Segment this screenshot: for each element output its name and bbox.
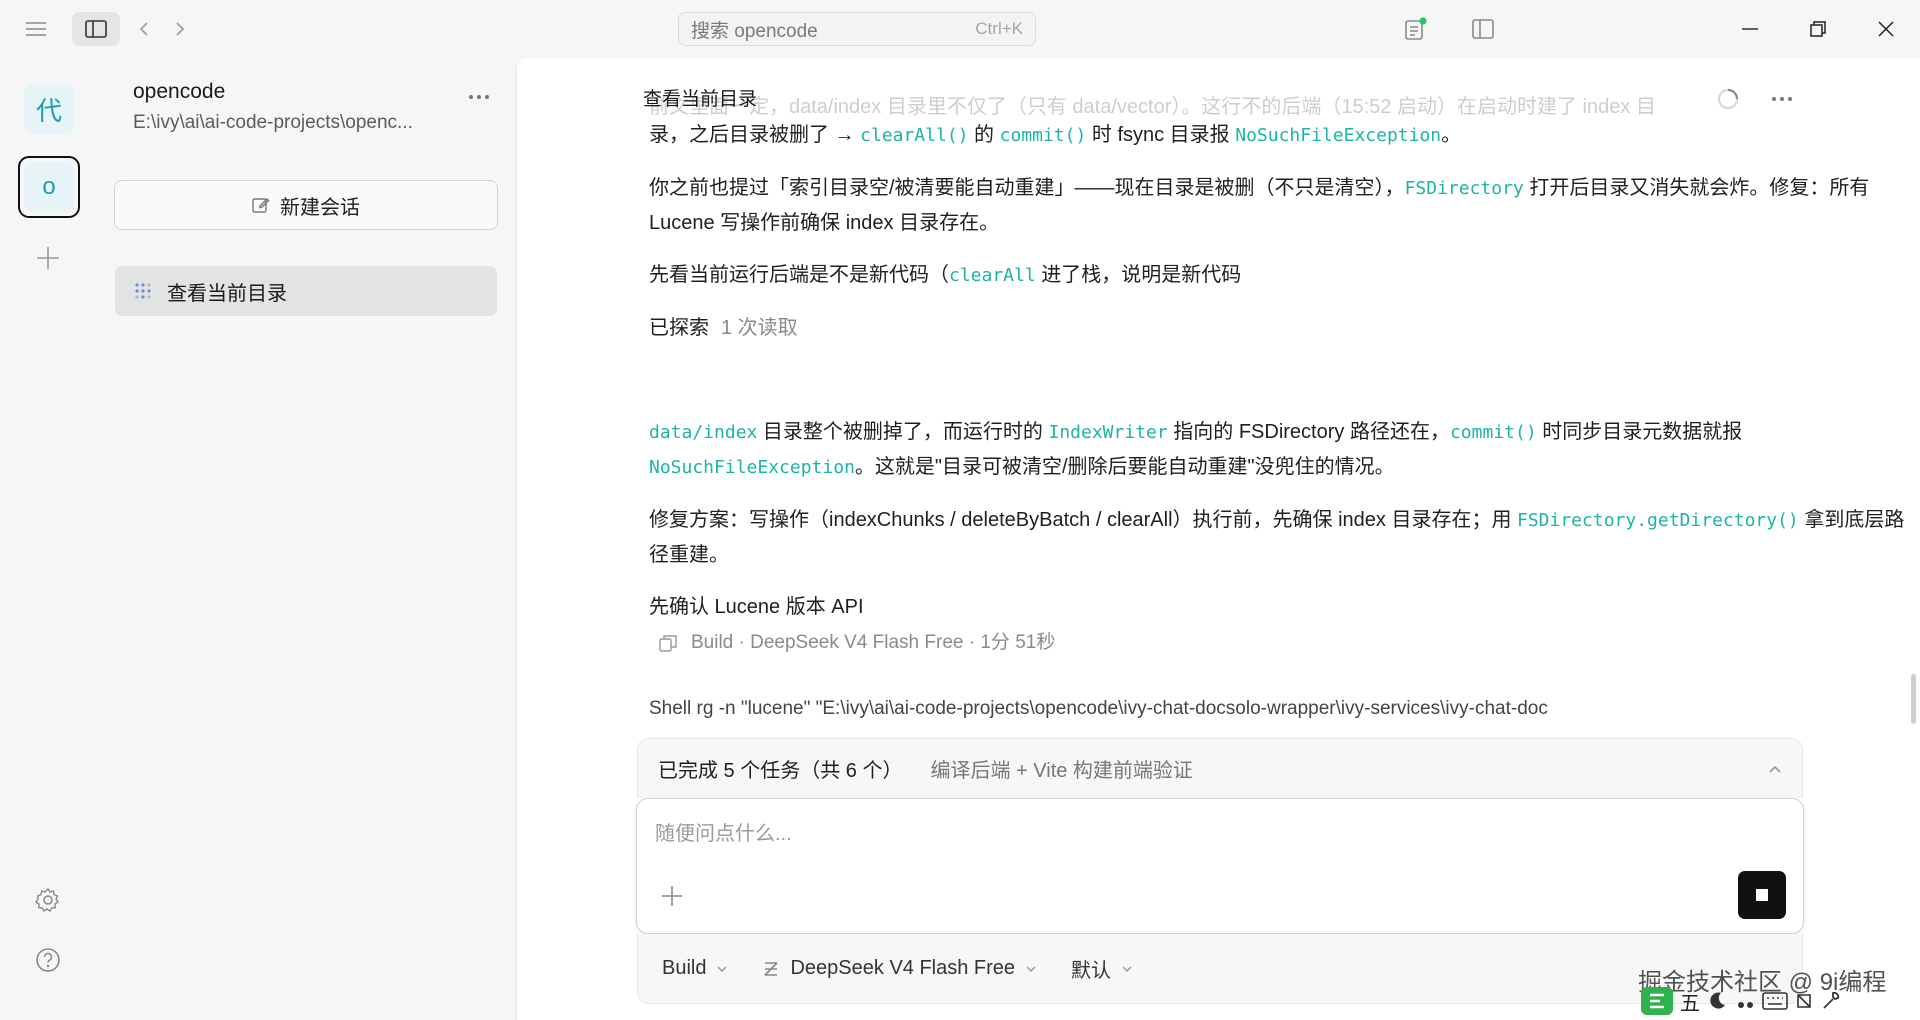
inline-code: FSDirectory <box>1404 178 1524 199</box>
search-shortcut: Ctrl+K <box>975 19 1023 38</box>
punctuation-icon <box>1738 1002 1753 1008</box>
stop-icon <box>1756 889 1768 901</box>
model-provider-icon <box>764 961 779 976</box>
session-more-icon[interactable] <box>1765 84 1799 114</box>
inline-code: IndexWriter <box>1048 422 1168 443</box>
message-content: 前文里面一定，data/index 目录里不仅了（只有 data/vector）… <box>649 96 1907 726</box>
settings-gear-icon[interactable] <box>32 884 64 916</box>
message-paragraph: 你之前也提过「索引目录空/被清要能自动重建」——现在目录是被删（不只是清空），F… <box>649 171 1907 240</box>
back-icon[interactable] <box>132 14 156 44</box>
project-more-icon[interactable] <box>462 82 496 112</box>
chevron-up-icon[interactable] <box>1768 765 1782 773</box>
inline-code: data/index <box>649 422 758 443</box>
text: 的 <box>968 124 1000 146</box>
toggle-sidebar-button[interactable] <box>72 12 120 46</box>
menu-icon[interactable] <box>20 14 52 44</box>
moon-icon <box>1710 992 1725 1009</box>
text: 先看当前运行后端是不是新代码（ <box>649 264 949 286</box>
session-sidebar: opencode E:\ivy\ai\ai-code-projects\open… <box>96 58 516 1020</box>
workspace-avatar-label: o <box>42 173 56 200</box>
todo-current: 编译后端 + Vite 构建前端验证 <box>930 760 1193 782</box>
search-placeholder: 搜索 opencode <box>691 20 818 42</box>
prompt-composer <box>636 798 1804 934</box>
restore-icon[interactable] <box>1800 12 1836 46</box>
text: 指向的 FSDirectory 路径还在， <box>1167 421 1450 443</box>
ime-mode-label: 五 <box>1680 992 1700 1015</box>
text: 时同步目录元数据就报 <box>1536 421 1743 443</box>
chevron-down-icon <box>1122 965 1132 972</box>
inline-code: commit() <box>999 125 1087 146</box>
workspace-avatar-active[interactable]: 代 <box>24 84 74 134</box>
review-icon[interactable] <box>1398 12 1432 46</box>
scrollbar-thumb[interactable] <box>1911 674 1916 724</box>
title-bar: 搜索 opencode Ctrl+K <box>0 0 1920 58</box>
message-paragraph: data/index 目录整个被删掉了，而运行时的 IndexWriter 指向… <box>649 415 1907 485</box>
variant-select[interactable]: 默认 <box>1071 954 1133 983</box>
inline-code: clearAll <box>949 265 1036 286</box>
workspace-avatar-opencode[interactable]: o <box>24 162 74 212</box>
close-icon[interactable] <box>1868 12 1904 46</box>
variant-select-value: 默认 <box>1071 960 1112 982</box>
todo-summary-bar[interactable]: 已完成 5 个任务（共 6 个） 编译后端 + Vite 构建前端验证 <box>637 738 1803 798</box>
inline-code: FSDirectory.getDirectory() <box>1517 510 1799 531</box>
text: 目录整个被删掉了，而运行时的 <box>757 421 1049 443</box>
todo-summary: 已完成 5 个任务（共 6 个） <box>658 760 903 782</box>
text: 录，之后目录被删了 → <box>649 124 861 146</box>
ime-logo-icon <box>1641 987 1673 1015</box>
text: 你之前也提过「索引目录空/被清要能自动重建」——现在目录是被删（不只是清空）， <box>649 177 1405 199</box>
explored-label: 已探索 <box>649 317 709 339</box>
session-item[interactable]: 查看当前目录 <box>115 266 497 316</box>
ime-toolbar[interactable]: 五 <box>1640 984 1916 1018</box>
model-select-value: DeepSeek V4 Flash Free <box>790 957 1016 979</box>
keyboard-icon <box>1762 992 1788 1010</box>
scrolled-text: 前文里面一定，data/index 目录里不仅了（只有 data/vector）… <box>649 96 1656 118</box>
session-item-label: 查看当前目录 <box>167 282 287 305</box>
model-select[interactable]: DeepSeek V4 Flash Free <box>762 957 1037 980</box>
message-paragraph: 先确认 Lucene 版本 API <box>649 596 864 618</box>
meta-text: Build · DeepSeek V4 Flash Free · 1分 51秒 <box>691 632 1056 653</box>
conversation-panel: 查看当前目录 前文里面一定，data/index 目录里不仅了（只有 data/… <box>516 58 1920 1020</box>
text: 。 <box>1441 124 1462 146</box>
search-input[interactable]: 搜索 opencode Ctrl+K <box>678 12 1036 46</box>
inline-code: commit() <box>1449 422 1537 443</box>
project-name: opencode <box>133 80 226 103</box>
edit-icon <box>252 198 270 213</box>
text: 时 fsync 目录报 <box>1086 124 1236 146</box>
composer-options-bar: Build DeepSeek V4 Flash Free 默认 <box>637 934 1803 1004</box>
message-paragraph: 修复方案：写操作（indexChunks / deleteByBatch / c… <box>649 503 1907 572</box>
new-session-label: 新建会话 <box>280 196 360 219</box>
copy-icon[interactable] <box>659 634 677 652</box>
add-workspace-icon[interactable] <box>32 242 64 274</box>
tools-icon <box>1823 991 1840 1009</box>
prompt-input[interactable] <box>653 815 1777 859</box>
inline-code: clearAll() <box>860 125 969 146</box>
inline-code: NoSuchFileException <box>649 457 855 478</box>
agent-select-value: Build <box>662 957 707 979</box>
skin-icon <box>1797 994 1811 1008</box>
project-path: E:\ivy\ai\ai-code-projects\openc... <box>133 112 413 133</box>
attach-plus-icon[interactable] <box>657 881 687 911</box>
text: 修复方案：写操作（indexChunks / deleteByBatch / c… <box>649 509 1517 531</box>
toggle-panel-icon[interactable] <box>1466 12 1500 46</box>
chevron-down-icon <box>717 965 728 972</box>
stop-button[interactable] <box>1738 871 1786 919</box>
forward-icon[interactable] <box>168 14 192 44</box>
help-icon[interactable] <box>32 944 64 976</box>
loading-dots-icon <box>135 283 151 299</box>
workspace-avatar-label: 代 <box>35 95 62 126</box>
minimize-icon[interactable] <box>1732 12 1768 46</box>
message-meta: Build · DeepSeek V4 Flash Free · 1分 51秒 <box>659 626 1907 660</box>
inline-code: NoSuchFileException <box>1235 125 1442 146</box>
text: 。这就是"目录可被清空/删除后要能自动重建"没兜住的情况。 <box>854 456 1395 478</box>
new-session-button[interactable]: 新建会话 <box>114 180 498 230</box>
spinner-icon <box>1713 84 1743 114</box>
message-paragraph: 先看当前运行后端是不是新代码（clearAll 进了栈，说明是新代码 <box>649 258 1907 293</box>
agent-select[interactable]: Build <box>662 957 728 980</box>
text: 进了栈，说明是新代码 <box>1035 264 1242 286</box>
shell-command[interactable]: Shell rg -n "lucene" "E:\ivy\ai\ai-code-… <box>649 692 1749 726</box>
chevron-down-icon <box>1026 965 1036 972</box>
explored-toggle[interactable]: 已探索 1 次读取 <box>649 311 1907 345</box>
workspace-rail: 代 o <box>0 58 96 1020</box>
explored-detail: 1 次读取 <box>721 317 798 339</box>
